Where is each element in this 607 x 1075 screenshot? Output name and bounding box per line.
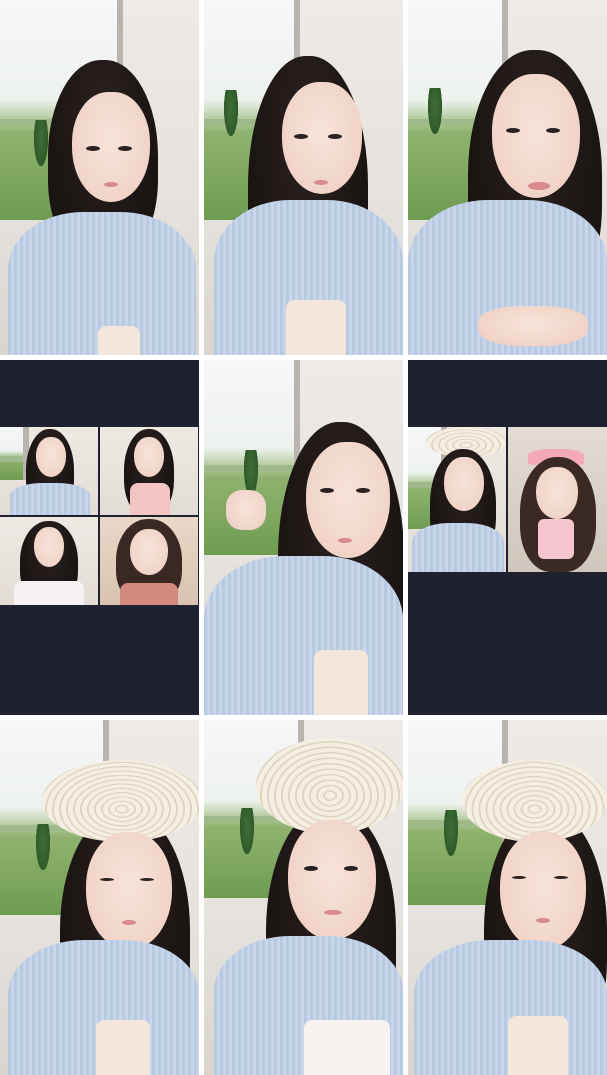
collage-photo-4 xyxy=(100,517,198,605)
duo-photo-2 xyxy=(508,427,607,572)
tree xyxy=(428,88,442,134)
tree xyxy=(36,824,50,870)
shirt xyxy=(204,556,403,715)
face xyxy=(86,832,172,950)
duo-photo-1 xyxy=(408,427,506,572)
collage-photo-2 xyxy=(100,427,198,515)
sleeve xyxy=(304,1020,390,1075)
photo-tile-8[interactable] xyxy=(204,720,403,1075)
portrait-scene xyxy=(408,720,607,1075)
portrait-scene xyxy=(204,720,403,1075)
photo-tile-6[interactable] xyxy=(408,360,607,715)
collage-photo-3 xyxy=(0,517,98,605)
photo-tile-7[interactable] xyxy=(0,720,199,1075)
photo-tile-4[interactable] xyxy=(0,360,199,715)
face xyxy=(288,820,376,940)
hat xyxy=(462,760,607,842)
face xyxy=(282,82,362,194)
tree xyxy=(444,810,458,856)
hand xyxy=(478,306,588,346)
photo-tile-3[interactable] xyxy=(408,0,607,355)
tree xyxy=(224,90,238,136)
tree xyxy=(240,808,254,854)
face xyxy=(500,832,586,950)
portrait-scene xyxy=(0,720,199,1075)
collage-2x2 xyxy=(0,427,199,605)
duo-photos xyxy=(408,427,607,572)
collage-photo-1 xyxy=(0,427,98,515)
hat xyxy=(42,760,199,842)
photo-tile-9[interactable] xyxy=(408,720,607,1075)
photo-grid xyxy=(0,0,607,1075)
portrait-scene xyxy=(204,0,403,355)
photo-tile-1[interactable] xyxy=(0,0,199,355)
portrait-scene xyxy=(408,0,607,355)
hand xyxy=(226,490,266,530)
card xyxy=(538,519,574,559)
photo-tile-5[interactable] xyxy=(204,360,403,715)
portrait-scene xyxy=(0,0,199,355)
photo-tile-2[interactable] xyxy=(204,0,403,355)
portrait-scene xyxy=(204,360,403,715)
tree xyxy=(34,120,48,166)
face xyxy=(492,74,580,198)
